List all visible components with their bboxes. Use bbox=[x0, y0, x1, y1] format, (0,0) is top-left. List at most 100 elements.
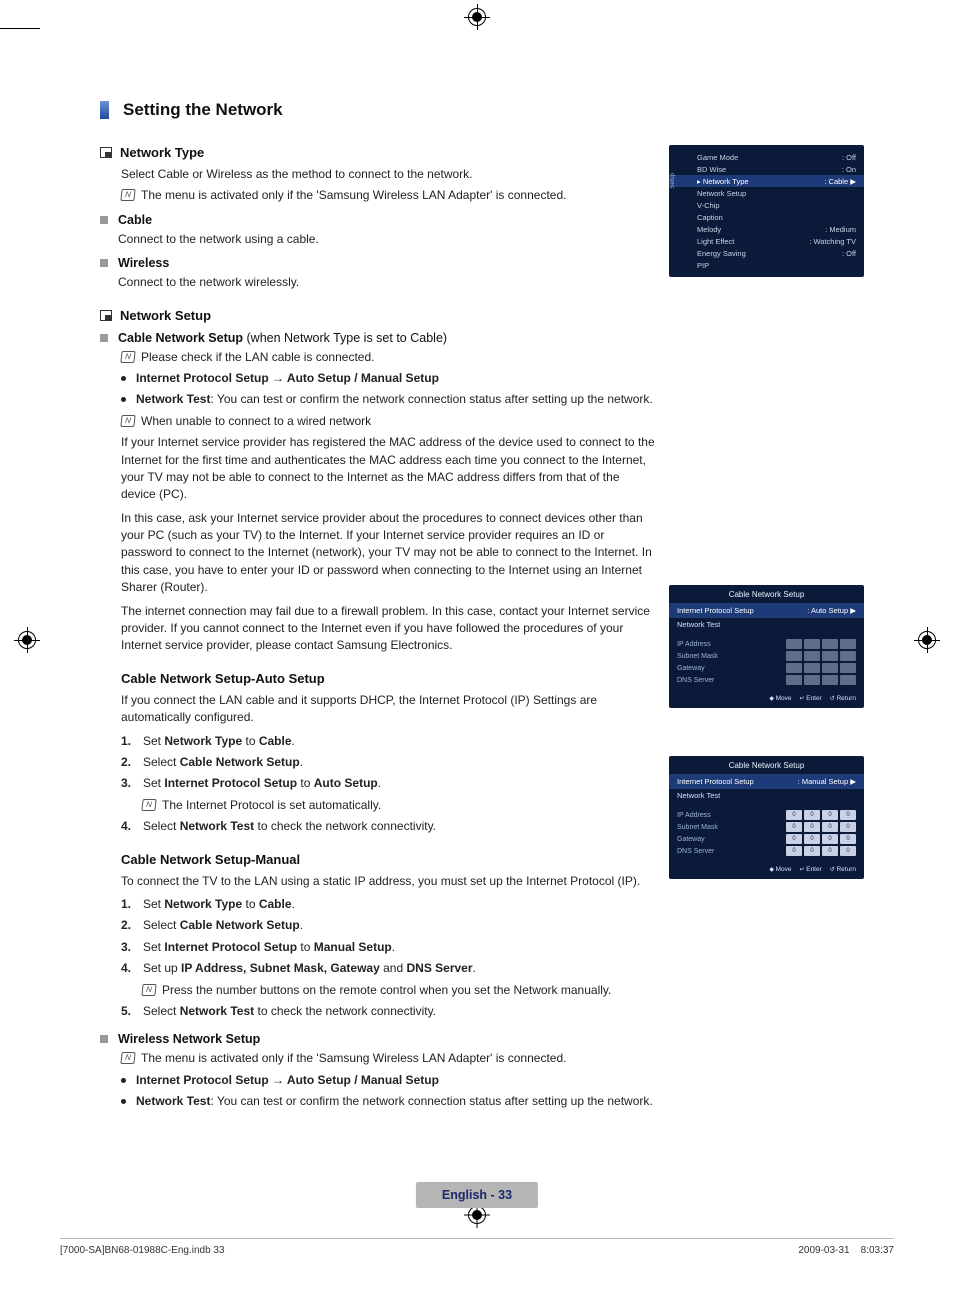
sub-wireless-network-setup: Wireless Network Setup bbox=[100, 1032, 864, 1046]
osd-network-test: Network Test bbox=[669, 618, 864, 631]
osd-ip-grid: IP AddressSubnet MaskGatewayDNS Server bbox=[669, 631, 864, 691]
osd-sel-row: Internet Protocol Setup : Manual Setup ▶ bbox=[669, 774, 864, 789]
sub-title: Wireless Network Setup bbox=[118, 1032, 260, 1046]
step-text: Set up IP Address, Subnet Mask, Gateway … bbox=[143, 960, 864, 977]
sub-title: Cable Network Setup (when Network Type i… bbox=[118, 331, 447, 345]
note-icon: N bbox=[120, 415, 135, 427]
osd-ip-grid: IP Address0000Subnet Mask0000Gateway0000… bbox=[669, 802, 864, 862]
osd-menu-row: BD Wise: On bbox=[669, 163, 864, 175]
osd-sel-right: : Manual Setup bbox=[798, 777, 848, 786]
osd-setup-menu: Setup Game Mode: OffBD Wise: On▸ Network… bbox=[669, 145, 864, 277]
note-row: N When unable to connect to a wired netw… bbox=[121, 413, 655, 430]
osd-move: Move bbox=[769, 866, 791, 873]
osd-manual-setup: Cable Network Setup Internet Protocol Se… bbox=[669, 756, 864, 879]
step-5: 5. Select Network Test to check the netwo… bbox=[121, 1003, 864, 1020]
bullet-square-icon bbox=[100, 1035, 108, 1043]
note-icon: N bbox=[141, 799, 156, 811]
section-title: Network Setup bbox=[120, 308, 211, 323]
bullet-outline-icon bbox=[100, 310, 112, 321]
osd-menu-row: Game Mode: Off bbox=[669, 151, 864, 163]
note-text: When unable to connect to a wired networ… bbox=[141, 413, 371, 430]
osd-menu-row: PIP bbox=[669, 259, 864, 271]
arrow-right-icon: ▶ bbox=[850, 777, 856, 786]
note-text: The menu is activated only if the 'Samsu… bbox=[141, 1050, 566, 1067]
osd-return: Return bbox=[830, 866, 856, 873]
osd-menu-row: Network Setup bbox=[669, 187, 864, 199]
step-3: 3. Set Internet Protocol Setup to Auto Se… bbox=[121, 775, 655, 792]
note-text: Please check if the LAN cable is connect… bbox=[141, 349, 374, 366]
osd-sel-left: Internet Protocol Setup bbox=[677, 777, 754, 786]
step-num: 2. bbox=[121, 754, 135, 771]
note-icon: N bbox=[120, 189, 135, 201]
content: Setting the Network Setup Game Mode: Off… bbox=[100, 100, 864, 1110]
osd-menu-row: Light Effect: Watching TV bbox=[669, 235, 864, 247]
note-text: Press the number buttons on the remote c… bbox=[162, 982, 611, 999]
footer-right: 2009-03-31 8:03:37 bbox=[798, 1245, 894, 1256]
step-1: 1.Set Network Type to Cable. bbox=[121, 896, 655, 913]
note-icon: N bbox=[120, 1052, 135, 1064]
bullet-text: Network Test: You can test or confirm th… bbox=[136, 1093, 653, 1110]
osd-move: Move bbox=[769, 695, 791, 702]
print-footer: [7000-SA]BN68-01988C-Eng.indb 33 2009-03… bbox=[60, 1238, 894, 1256]
bullet-text: Network Test: You can test or confirm th… bbox=[136, 391, 653, 408]
osd-sel-left: Internet Protocol Setup bbox=[677, 606, 754, 615]
step-text: Select Cable Network Setup. bbox=[143, 754, 655, 771]
footer-left: [7000-SA]BN68-01988C-Eng.indb 33 bbox=[60, 1245, 225, 1256]
osd-auto-setup: Cable Network Setup Internet Protocol Se… bbox=[669, 585, 864, 708]
step-2: 2.Select Cable Network Setup. bbox=[121, 917, 864, 934]
sub-cable: Cable bbox=[100, 213, 655, 227]
osd-title: Cable Network Setup bbox=[669, 585, 864, 603]
bullet-dot-icon bbox=[121, 1078, 126, 1083]
note-icon: N bbox=[120, 351, 135, 363]
bullet-item: Internet Protocol Setup → Auto Setup / M… bbox=[121, 1072, 864, 1089]
page-title: Setting the Network bbox=[123, 100, 283, 120]
page-number-badge: English - 33 bbox=[416, 1182, 538, 1208]
section-network-setup: Network Setup bbox=[100, 308, 655, 323]
bullet-item: Network Test: You can test or confirm th… bbox=[121, 1093, 864, 1110]
step-1: 1.Set Network Type to Cable. bbox=[121, 733, 655, 750]
osd-menu-row: V-Chip bbox=[669, 199, 864, 211]
osd-enter: Enter bbox=[800, 695, 822, 702]
bullet-item: Internet Protocol Setup → Auto Setup / M… bbox=[121, 370, 655, 387]
bullet-square-icon bbox=[100, 216, 108, 224]
osd-column: Setup Game Mode: OffBD Wise: On▸ Network… bbox=[669, 145, 864, 897]
arrow-right-icon: ▶ bbox=[850, 606, 856, 615]
step-text: Select Network Test to check the network… bbox=[143, 1003, 864, 1020]
page: Setting the Network Setup Game Mode: Off… bbox=[0, 0, 954, 1280]
step-num: 4. bbox=[121, 818, 135, 835]
bullet-dot-icon bbox=[121, 397, 126, 402]
step-4: 4. Select Network Test to check the netwo… bbox=[121, 818, 655, 835]
section-network-type: Network Type bbox=[100, 145, 655, 160]
step-text: Set Network Type to Cable. bbox=[143, 896, 655, 913]
bullet-dot-icon bbox=[121, 376, 126, 381]
step-num: 4. bbox=[121, 960, 135, 977]
osd-menu-row: Melody: Medium bbox=[669, 223, 864, 235]
bullet-dot-icon bbox=[121, 1099, 126, 1104]
step-2: 2. Select Cable Network Setup. bbox=[121, 754, 655, 771]
bullet-outline-icon bbox=[100, 147, 112, 158]
osd-return: Return bbox=[830, 695, 856, 702]
osd-sel-right: : Auto Setup bbox=[807, 606, 848, 615]
note-text: The Internet Protocol is set automatical… bbox=[162, 797, 381, 814]
step-text: Select Network Test to check the network… bbox=[143, 818, 655, 835]
heading-bar bbox=[100, 101, 109, 119]
step-3: 3.Set Internet Protocol Setup to Manual … bbox=[121, 939, 864, 956]
osd-title: Cable Network Setup bbox=[669, 756, 864, 774]
osd-menu-row: Caption bbox=[669, 211, 864, 223]
note-row: N The Internet Protocol is set automatica… bbox=[142, 797, 655, 814]
bullet-square-icon bbox=[100, 334, 108, 342]
step-num: 3. bbox=[121, 775, 135, 792]
registration-mark-left bbox=[18, 631, 36, 649]
bullet-text: Internet Protocol Setup → Auto Setup / M… bbox=[136, 1072, 439, 1089]
step-num: 5. bbox=[121, 1003, 135, 1020]
section-title: Network Type bbox=[120, 145, 204, 160]
note-icon: N bbox=[141, 984, 156, 996]
registration-mark-bottom bbox=[468, 1206, 486, 1224]
osd-enter: Enter bbox=[800, 866, 822, 873]
osd-network-test: Network Test bbox=[669, 789, 864, 802]
step-text: Select Cable Network Setup. bbox=[143, 917, 864, 934]
step-text: Set Internet Protocol Setup to Auto Setu… bbox=[143, 775, 655, 792]
step-4: 4. Set up IP Address, Subnet Mask, Gatewa… bbox=[121, 960, 864, 977]
step-num: 1. bbox=[121, 733, 135, 750]
osd-footer: Move Enter Return bbox=[669, 691, 864, 708]
